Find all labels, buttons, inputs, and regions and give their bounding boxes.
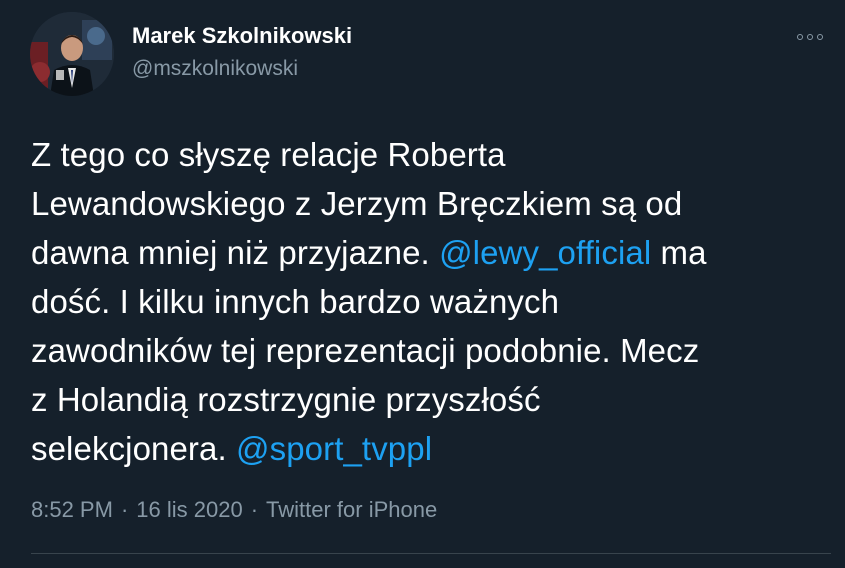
mention-link-sport-tvppl[interactable]: @sport_tvppl <box>236 430 432 467</box>
avatar[interactable] <box>30 12 114 96</box>
avatar-image <box>30 12 114 96</box>
tweet-text-segment: dość. I kilku innych bardzo ważnych <box>31 283 560 320</box>
tweet-text-segment: dawna mniej niż przyjazne. <box>31 234 440 271</box>
meta-separator: · <box>250 497 259 522</box>
divider <box>31 553 831 554</box>
tweet-time[interactable]: 8:52 PM <box>31 497 113 522</box>
tweet-line: Lewandowskiego z Jerzym Bręczkiem są od <box>31 179 821 228</box>
tweet-text: Z tego co słyszę relacje Roberta Lewando… <box>31 130 821 473</box>
tweet-text-segment: selekcjonera. <box>31 430 237 467</box>
tweet-text-segment: zawodników tej reprezentacji podobnie. M… <box>31 332 700 369</box>
more-options-button[interactable] <box>790 26 830 48</box>
mention-link-lewy-official[interactable]: @lewy_official <box>439 234 651 271</box>
tweet-text-segment: z Holandią rozstrzygnie przyszłość <box>31 381 541 418</box>
tweet-source[interactable]: Twitter for iPhone <box>266 497 437 522</box>
tweet-line: zawodników tej reprezentacji podobnie. M… <box>31 326 821 375</box>
tweet-text-segment: Z tego co słyszę relacje Roberta <box>31 136 506 173</box>
tweet-text-segment: Lewandowskiego z Jerzym Bręczkiem są od <box>31 185 683 222</box>
author-handle[interactable]: @mszkolnikowski <box>132 57 298 81</box>
tweet-line: selekcjonera. @sport_tvppl <box>31 424 821 473</box>
tweet-card: Marek Szkolnikowski @mszkolnikowski Z te… <box>0 0 845 568</box>
tweet-line: z Holandią rozstrzygnie przyszłość <box>31 375 821 424</box>
more-horizontal-icon <box>797 34 823 40</box>
meta-separator: · <box>120 497 129 522</box>
tweet-line: dawna mniej niż przyjazne. @lewy_officia… <box>31 228 821 277</box>
tweet-line: dość. I kilku innych bardzo ważnych <box>31 277 821 326</box>
tweet-date[interactable]: 16 lis 2020 <box>136 497 242 522</box>
author-name[interactable]: Marek Szkolnikowski <box>132 23 352 49</box>
tweet-meta: 8:52 PM · 16 lis 2020 · Twitter for iPhone <box>31 497 437 523</box>
tweet-line: Z tego co słyszę relacje Roberta <box>31 130 821 179</box>
tweet-text-segment: ma <box>651 234 707 271</box>
